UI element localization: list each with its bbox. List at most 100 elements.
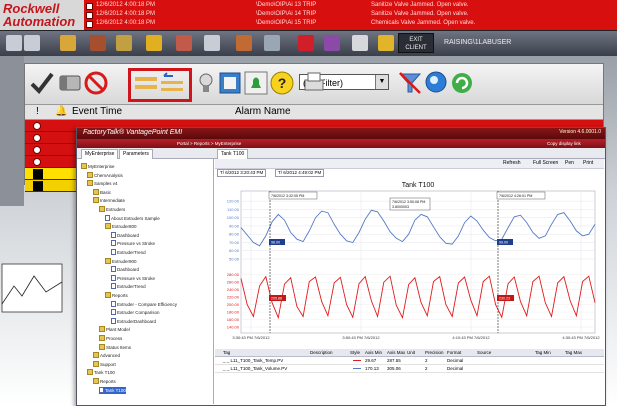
forward-icon[interactable] [24,35,40,51]
hazard-icon[interactable] [146,35,162,51]
tree-item[interactable]: About Extruders Sample [105,214,160,222]
tree-item[interactable]: Pressure vs Stroke [111,240,155,247]
banner-row[interactable]: 12/6/2012 4:00:18 PM \Demo\OIP\Ai 13 TRI… [86,1,616,10]
book-bell-icon[interactable] [217,70,243,96]
no-entry-icon[interactable] [83,70,109,96]
tree-item[interactable]: Plant Model [99,326,130,333]
tree-item[interactable]: Advanced [93,352,120,359]
tree-item[interactable]: Support [93,360,116,368]
grid-column-header[interactable]: Axis Max [387,349,405,356]
key-icon[interactable] [378,35,394,51]
tree-item[interactable]: Intermediate [93,197,125,204]
grid-column-header[interactable]: Tag Min [535,349,551,356]
breadcrumb[interactable]: Portal > Reports > MyEnterprise [177,141,241,146]
tree-item[interactable]: ExtruderTrend [111,283,146,290]
grid-column-header[interactable]: Tag Max [565,349,582,356]
light-bulb-icon[interactable] [193,70,219,96]
grid-column-header[interactable]: Source [477,349,491,356]
tree-item[interactable]: Reports [93,378,116,385]
tree-item[interactable]: Tank T100 [99,386,126,394]
print-button[interactable]: Print [583,160,593,166]
tree-item[interactable]: Status Items [99,343,132,351]
tree-item-label: Status Items [106,344,132,350]
tree-item[interactable]: MyEnterprise [81,163,115,170]
tree-item[interactable]: Samples v4 [87,180,118,187]
check-icon[interactable] [29,70,55,96]
search-icon[interactable] [423,70,449,96]
banner-row[interactable]: 12/6/2012 4:00:18 PM \Demo\OIP\Ai 15 TRI… [86,19,616,28]
print-icon[interactable] [301,70,327,96]
tab-parameters[interactable]: Parameters [119,149,153,159]
grid-column-header[interactable]: Description [310,349,333,356]
tree-item[interactable]: ChemAnalysis [87,171,123,179]
bell-icon[interactable] [243,70,269,96]
exit-client-button[interactable]: EXIT CLIENT [398,33,434,53]
cursor-temp-value: 230.23 [499,297,510,301]
tree-item[interactable]: Extruder - Compare Efficiency [111,300,177,308]
banner-message: Sanitize Valve Jammed. Open valve. [371,11,469,17]
y-tick-label: 280.00 [227,272,240,277]
tree-item[interactable]: Extruder900 [105,257,137,265]
full-screen-button[interactable]: Full Screen [533,160,558,166]
tree-item[interactable]: Reports [105,292,128,299]
tree-item-label: About Extruders Sample [111,215,160,221]
tree-item[interactable]: Extruder Comparison [111,309,160,316]
document-icon [111,317,116,324]
back-icon[interactable] [6,35,22,51]
tree-item[interactable]: Basic [93,188,111,196]
filter-off-icon[interactable] [397,70,423,96]
start-time-input[interactable]: T/ 6/2012 3:20:43 PM [217,169,267,177]
copy-link[interactable]: Copy display link [547,141,581,146]
alarm-banner[interactable]: 12/6/2012 4:00:18 PM \Demo\OIP\Ai 13 TRI… [84,0,617,30]
tree-item[interactable]: Extruder800 [105,223,137,230]
tab-tank-t100[interactable]: Tank T100 [217,149,249,159]
tree-item[interactable]: Pressure vs Stroke [111,274,155,282]
column-alarm-name[interactable]: Alarm Name [235,105,291,119]
plant-icon[interactable] [90,35,106,51]
column-event-time[interactable]: Event Time [72,105,122,119]
banner-row[interactable]: 12/6/2012 4:00:18 PM \Demo\OIP\Ai 14 TRI… [86,10,616,19]
grid-row[interactable]: _ _ L11_T100_Tank_Temp.PV 29.67 287.55 2 Dec… [215,357,604,365]
machine-icon[interactable] [264,35,280,51]
eraser-icon[interactable] [57,70,83,96]
tab-myenterprise[interactable]: MyEnterprise [81,149,119,159]
chevron-down-icon[interactable]: ▼ [375,75,388,89]
tree-item[interactable]: ExtruderDashboard [111,317,156,325]
grid-row[interactable]: _ _ L11_T100_Tank_Volume.PV 170.13 305.06 2… [215,365,604,373]
column-bell[interactable]: 🔔 [55,105,67,119]
refresh-icon[interactable] [449,70,475,96]
grid-column-header[interactable]: Unit [407,349,415,356]
tree-item-label: Tank T100 [105,387,126,393]
tree-item[interactable]: Dashboard [111,231,139,239]
grid-column-header[interactable]: Format [447,349,461,356]
pen-button[interactable]: Pen [565,160,574,166]
tree-item-label: Pressure vs Stroke [117,241,156,247]
beaker-icon[interactable] [176,35,192,51]
grid-column-header[interactable]: Style [350,349,360,356]
column-priority[interactable]: ! [36,105,39,119]
pen-grid: Tag Description Style Axis Min Axis Max Unit P… [215,349,604,404]
banner-message: Chemicals Valve Jammed. Open valve. [371,20,476,26]
grid-column-header[interactable]: Axis Min [365,349,382,356]
box-icon[interactable] [236,35,252,51]
banner-message: Sanitize Valve Jammed. Open valve. [371,2,469,8]
refresh-button[interactable]: Refresh [503,160,521,166]
tree-item[interactable]: Extruders [99,206,125,213]
end-time-input[interactable]: T/ 6/2012 4:49:02 PM [275,169,325,177]
document-icon[interactable] [352,35,368,51]
trend-chart[interactable]: Tank T100 120.00 110.00 100.00 90.00 80.00 70.… [215,177,604,347]
tree-item[interactable]: Tank T100 [87,369,115,376]
grid-column-header[interactable]: Tag [223,349,230,356]
alarm-state-icon [86,3,93,10]
tree-item-label: Extruders [106,207,126,212]
trend-icon[interactable] [324,35,340,51]
tree-item[interactable]: Process [99,335,122,342]
overview-icon[interactable] [60,35,76,51]
tree-item[interactable]: ExtruderTrend [111,249,146,256]
display-icon[interactable] [204,35,220,51]
grid-column-header[interactable]: Precision [425,349,444,356]
lightning-icon[interactable] [116,35,132,51]
tree-item[interactable]: Dashboard [111,266,139,273]
network-icon[interactable] [298,35,314,51]
help-icon[interactable]: ? [269,70,295,96]
